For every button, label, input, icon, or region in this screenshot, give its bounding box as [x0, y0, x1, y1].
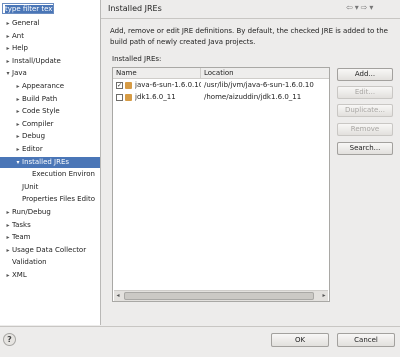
- table-row[interactable]: ✓ java-6-sun-1.6.0.10/usr/lib/jvm/java-6-…: [113, 80, 329, 91]
- scroll-left-icon[interactable]: ◂: [114, 291, 122, 301]
- edit-button[interactable]: Edit...: [337, 86, 393, 99]
- jre-table[interactable]: Name Location ✓ java-6-sun-1.6.0.10/usr/l…: [112, 67, 330, 302]
- filter-input[interactable]: type filter text: [2, 3, 54, 14]
- expand-arrow-icon[interactable]: ▸: [4, 18, 12, 29]
- tree-item-label: General: [12, 19, 40, 27]
- tree-item-label: Tasks: [12, 220, 31, 229]
- tree-item-label: Code Style: [22, 107, 60, 116]
- back-arrow-icon[interactable]: ⇦: [346, 3, 355, 12]
- tree-item[interactable]: ▸ Compiler: [0, 119, 54, 130]
- filter-text: type filter text: [5, 5, 54, 13]
- tree-item[interactable]: ▸ Help: [0, 43, 28, 54]
- tree-item-label: Editor: [22, 145, 43, 153]
- expand-arrow-icon[interactable]: ▸: [4, 207, 12, 218]
- tree-item-label: Execution Environ: [32, 170, 95, 179]
- jre-name: jdk1.6.0_11: [135, 93, 176, 101]
- table-row[interactable]: jdk1.6.0_11/home/aizuddin/jdk1.6.0_11: [113, 92, 329, 103]
- tree-item[interactable]: ▸ Editor: [0, 144, 43, 155]
- ok-button[interactable]: OK: [271, 333, 329, 347]
- help-icon[interactable]: ?: [3, 333, 16, 346]
- jre-icon: [125, 82, 132, 89]
- tree-item[interactable]: ▸ Ant: [0, 31, 24, 42]
- tree-item[interactable]: ▸ Appearance: [0, 81, 64, 92]
- expand-arrow-icon[interactable]: ▸: [4, 56, 12, 67]
- search-button[interactable]: Search...: [337, 142, 393, 155]
- menu-dropdown-icon[interactable]: ▾: [369, 3, 375, 12]
- jre-icon: [125, 94, 132, 101]
- expand-arrow-icon[interactable]: ▸: [14, 94, 22, 105]
- tree-item[interactable]: ▸ Team: [0, 232, 31, 243]
- jre-location: /home/aizuddin/jdk1.6.0_11: [204, 93, 302, 101]
- tree-item[interactable]: ▸ Run/Debug: [0, 207, 51, 218]
- footer-separator: [0, 326, 400, 327]
- tree-item-label: Debug: [22, 132, 46, 141]
- tree-item[interactable]: ▸ Build Path: [0, 94, 57, 105]
- tree-item-label: Installed JREs: [22, 157, 70, 166]
- expand-arrow-icon[interactable]: ▸: [14, 106, 22, 117]
- remove-button[interactable]: Remove: [337, 123, 393, 136]
- tree-item-label: Team: [12, 233, 31, 242]
- unchecked-checkbox[interactable]: [116, 94, 123, 101]
- tree-item-label: Run/Debug: [12, 208, 51, 216]
- tree-item[interactable]: ▸ Debug: [0, 131, 45, 142]
- add-button[interactable]: Add...: [337, 68, 393, 81]
- tree-item[interactable]: Validation: [0, 257, 47, 268]
- tree-item-label: Appearance: [22, 82, 65, 90]
- jre-name: java-6-sun-1.6.0.10: [135, 81, 201, 89]
- tree-item[interactable]: Execution Environ: [0, 169, 95, 180]
- collapse-arrow-icon[interactable]: ▾: [4, 68, 12, 79]
- expand-arrow-icon[interactable]: ▸: [4, 270, 12, 281]
- jre-location: /usr/lib/jvm/java-6-sun-1.6.0.10: [204, 81, 314, 89]
- expand-arrow-icon[interactable]: ▸: [4, 31, 12, 42]
- tree-item-label: Compiler: [22, 119, 54, 128]
- expand-arrow-icon[interactable]: ▸: [14, 131, 22, 142]
- tree-item[interactable]: Properties Files Edito: [0, 194, 95, 205]
- tree-item-label: Install/Update: [12, 56, 61, 65]
- expand-arrow-icon[interactable]: ▸: [4, 220, 12, 231]
- tree-item-label: Usage Data Collector: [12, 245, 87, 254]
- tree-item-label: Properties Files Edito: [22, 195, 96, 204]
- collapse-arrow-icon[interactable]: ▾: [14, 157, 22, 168]
- page-description: Add, remove or edit JRE definitions. By …: [110, 27, 388, 46]
- tree-item-label: Validation: [12, 258, 47, 267]
- tree-item[interactable]: ▸ Usage Data Collector: [0, 245, 86, 256]
- tree-item-label: XML: [12, 271, 27, 279]
- tree-item-label: Help: [12, 44, 28, 53]
- tree-item[interactable]: ▸ General: [0, 18, 40, 29]
- horizontal-scrollbar[interactable]: ◂ ▸: [114, 290, 328, 301]
- expand-arrow-icon[interactable]: ▸: [4, 43, 12, 54]
- tree-item[interactable]: ▾ Installed JREs: [0, 156, 100, 168]
- tree-item[interactable]: ▾ Java: [0, 68, 27, 79]
- tree-item[interactable]: JUnit: [0, 182, 38, 193]
- preference-tree-panel: type filter text ▸ General ▸ Ant ▸ Help ▸ Insta…: [0, 0, 101, 325]
- expand-arrow-icon[interactable]: ▸: [4, 245, 12, 256]
- tree-item-label: Java: [12, 69, 27, 78]
- tree-item-label: Ant: [12, 31, 24, 40]
- tree-item-label: Build Path: [22, 94, 58, 103]
- column-header-location[interactable]: Location: [201, 68, 329, 79]
- scroll-right-icon[interactable]: ▸: [320, 291, 328, 301]
- expand-arrow-icon[interactable]: ▸: [4, 232, 12, 243]
- installed-jres-label: Installed JREs:: [112, 55, 162, 63]
- scroll-thumb[interactable]: [124, 292, 314, 300]
- column-header-name[interactable]: Name: [113, 68, 201, 79]
- tree-item[interactable]: ▸ XML: [0, 270, 27, 281]
- expand-arrow-icon[interactable]: ▸: [14, 119, 22, 130]
- tree-item[interactable]: ▸ Code Style: [0, 106, 60, 117]
- cancel-button[interactable]: Cancel: [337, 333, 395, 347]
- expand-arrow-icon[interactable]: ▸: [14, 144, 22, 155]
- duplicate-button[interactable]: Duplicate...: [337, 104, 393, 117]
- title-separator: [101, 18, 400, 19]
- tree-item-label: JUnit: [22, 182, 39, 191]
- tree-item[interactable]: ▸ Install/Update: [0, 56, 61, 67]
- navigation-icons: ⇦▾⇨▾: [346, 3, 375, 12]
- page-title: Installed JREs: [108, 4, 162, 13]
- expand-arrow-icon[interactable]: ▸: [14, 81, 22, 92]
- checked-checkbox[interactable]: ✓: [116, 82, 123, 89]
- tree-item[interactable]: ▸ Tasks: [0, 220, 31, 231]
